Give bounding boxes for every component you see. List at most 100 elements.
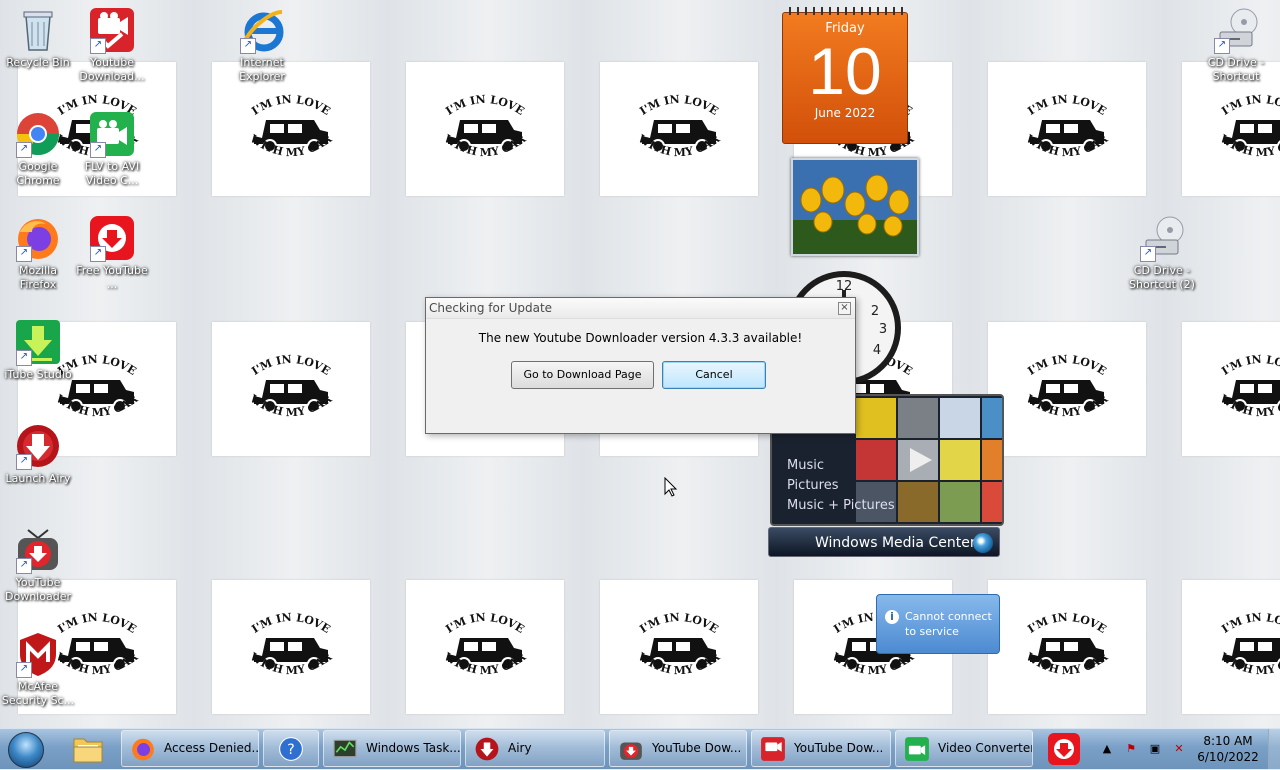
shortcut-arrow-icon: ↗ <box>16 142 32 158</box>
wallpaper-text-line1: I'M IN LOVE <box>249 93 332 118</box>
desktop-icon-cd-drive[interactable]: ↗ CD Drive - Shortcut <box>1198 6 1274 84</box>
taskbar: Access Denied... ? Windows Task... Airy … <box>0 728 1280 769</box>
car-emblem-icon: I'M IN LOVEWITH MY CAR <box>1217 353 1280 419</box>
show-desktop-button[interactable] <box>1268 729 1280 769</box>
svg-text:I'M IN LOVE: I'M IN LOVE <box>249 93 332 118</box>
media-menu-item-music[interactable]: Music <box>787 456 895 476</box>
show-hidden-icons-chevron-icon[interactable]: ▲ <box>1100 742 1114 756</box>
taskbar-clock[interactable]: 8:10 AM 6/10/2022 <box>1196 733 1260 765</box>
desktop-icon-label: YouTube Downloader <box>5 576 71 603</box>
network-icon[interactable]: ▣ <box>1148 742 1162 756</box>
svg-text:I'M IN LOVE: I'M IN LOVE <box>1219 93 1280 118</box>
desktop-icon-launch-airy[interactable]: ↗ Launch Airy <box>0 422 76 486</box>
svg-text:I'M IN LOVE: I'M IN LOVE <box>1025 611 1108 636</box>
wallpaper-text-line1: I'M IN LOVE <box>1219 611 1280 636</box>
desktop-icon-label: Free YouTube ... <box>76 264 148 291</box>
desktop-icon-label: FLV to AVI Video C... <box>84 160 140 187</box>
wallpaper-text-line1: I'M IN LOVE <box>1025 611 1108 636</box>
taskbar-item-youtube-downloader-red[interactable]: YouTube Dow... <box>751 730 891 767</box>
volume-muted-icon[interactable]: ✕ <box>1172 742 1186 756</box>
car-emblem-icon: I'M IN LOVEWITH MY CAR <box>1217 93 1280 159</box>
desktop-icon-label: CD Drive - Shortcut <box>1207 56 1265 83</box>
car-emblem-icon: I'M IN LOVEWITH MY CAR <box>1217 611 1280 677</box>
desktop-icon-label: iTube Studio <box>4 368 72 381</box>
wallpaper-text-line1: I'M IN LOVE <box>443 93 526 118</box>
desktop-icon-youtube-downloader[interactable]: ↗ Youtube Download... <box>74 6 150 84</box>
info-icon: i <box>885 610 899 624</box>
car-emblem-icon: I'M IN LOVEWITH MY CAR <box>247 611 335 677</box>
taskbar-explorer-button[interactable] <box>66 731 110 767</box>
mcafee-icon: ↗ <box>14 630 62 678</box>
wallpaper-text-line1: I'M IN LOVE <box>637 93 720 118</box>
dialog-close-button[interactable]: × <box>838 302 851 315</box>
desktop-icon-label: CD Drive - Shortcut (2) <box>1129 264 1195 291</box>
youtube-downloader-tv-icon <box>620 742 642 760</box>
desktop-icon-label: Youtube Download... <box>79 56 145 83</box>
calendar-rings <box>783 7 907 15</box>
svg-text:I'M IN LOVE: I'M IN LOVE <box>249 611 332 636</box>
chrome-icon: ↗ <box>14 110 62 158</box>
desktop-icon-free-youtube[interactable]: ↗ Free YouTube ... <box>74 214 150 292</box>
desktop-icon-youtube-downloader-tv[interactable]: ↗ YouTube Downloader <box>0 526 76 604</box>
wmc-title-windows: Windows <box>815 535 878 551</box>
taskbar-item-label: Video Converter <box>938 741 1033 755</box>
start-button[interactable] <box>4 731 48 768</box>
svg-text:4: 4 <box>873 343 881 358</box>
taskbar-item-task-manager[interactable]: Windows Task... <box>323 730 461 767</box>
go-to-download-page-button[interactable]: Go to Download Page <box>511 361 654 389</box>
taskbar-item-airy[interactable]: Airy <box>465 730 605 767</box>
slideshow-gadget-tulips-photo[interactable] <box>791 158 919 256</box>
svg-text:I'M IN LOVE: I'M IN LOVE <box>1219 611 1280 636</box>
svg-text:I'M IN LOVE: I'M IN LOVE <box>443 611 526 636</box>
calendar-day-number: 10 <box>808 34 882 108</box>
shortcut-arrow-icon: ↗ <box>1214 38 1230 54</box>
wallpaper-tile: I'M IN LOVEWITH MY CAR <box>600 62 758 196</box>
car-emblem-icon: I'M IN LOVEWITH MY CAR <box>247 93 335 159</box>
desktop-icon-mozilla-firefox[interactable]: ↗ Mozilla Firefox <box>0 214 76 292</box>
svg-text:I'M IN LOVE: I'M IN LOVE <box>1025 93 1108 118</box>
desktop-icon-label: Google Chrome <box>16 160 60 187</box>
taskbar-date: 6/10/2022 <box>1197 750 1259 764</box>
media-center-menu: Music Pictures Music + Pictures <box>787 456 895 516</box>
car-emblem-icon: I'M IN LOVEWITH MY CAR <box>441 93 529 159</box>
taskbar-item-youtube-downloader-tv[interactable]: YouTube Dow... <box>609 730 747 767</box>
cd-drive-icon: ↗ <box>1138 214 1186 262</box>
svg-text:3: 3 <box>879 322 887 337</box>
wallpaper-text-line1: I'M IN LOVE <box>1219 93 1280 118</box>
dialog-titlebar[interactable]: Checking for Update <box>426 298 855 319</box>
windows-media-center-bar[interactable]: Windows Media Center <box>768 527 1000 557</box>
video-converter-icon <box>905 737 929 761</box>
car-emblem-icon: I'M IN LOVEWITH MY CAR <box>1023 93 1111 159</box>
desktop-icon-recycle-bin[interactable]: Recycle Bin <box>0 6 76 70</box>
media-menu-item-music-pictures[interactable]: Music + Pictures <box>787 496 895 516</box>
desktop-icon-cd-drive-2[interactable]: ↗ CD Drive - Shortcut (2) <box>1124 214 1200 292</box>
notification-gadget[interactable]: i Cannot connect to service <box>876 594 1000 654</box>
calendar-gadget[interactable]: Friday 10 June 2022 <box>782 7 908 144</box>
wallpaper-text-line1: I'M IN LOVE <box>1025 93 1108 118</box>
media-menu-item-pictures[interactable]: Pictures <box>787 476 895 496</box>
taskbar-free-youtube-button[interactable] <box>1042 731 1086 767</box>
desktop-icon-internet-explorer[interactable]: ↗ Internet Explorer <box>224 6 300 84</box>
cancel-button[interactable]: Cancel <box>662 361 766 389</box>
car-emblem-icon: I'M IN LOVEWITH MY CAR <box>1023 611 1111 677</box>
svg-text:I'M IN LOVE: I'M IN LOVE <box>1025 353 1108 378</box>
action-center-flag-icon[interactable]: ⚑ <box>1124 742 1138 756</box>
taskbar-item-help[interactable]: ? <box>263 730 319 767</box>
wallpaper-tile: I'M IN LOVEWITH MY CAR <box>988 322 1146 456</box>
task-manager-icon <box>333 739 357 758</box>
desktop-icon-flv-to-avi[interactable]: ↗ FLV to AVI Video C... <box>74 110 150 188</box>
desktop-icon-itube-studio[interactable]: ↗ iTube Studio <box>0 318 76 382</box>
calendar-month-year: June 2022 <box>814 106 876 120</box>
desktop-icon-label: Mozilla Firefox <box>19 264 57 291</box>
taskbar-item-firefox[interactable]: Access Denied... <box>121 730 259 767</box>
firefox-icon: ↗ <box>14 214 62 262</box>
taskbar-item-label: Access Denied... <box>164 741 259 755</box>
shortcut-arrow-icon: ↗ <box>16 350 32 366</box>
shortcut-arrow-icon: ↗ <box>240 38 256 54</box>
desktop-icon-mcafee[interactable]: ↗ McAfee Security Sc... <box>0 630 76 708</box>
taskbar-item-video-converter[interactable]: Video Converter <box>895 730 1033 767</box>
video-converter-icon: ↗ <box>88 110 136 158</box>
desktop-icon-google-chrome[interactable]: ↗ Google Chrome <box>0 110 76 188</box>
update-dialog: Checking for Update × The new Youtube Do… <box>425 297 856 434</box>
help-icon: ? <box>279 737 303 761</box>
